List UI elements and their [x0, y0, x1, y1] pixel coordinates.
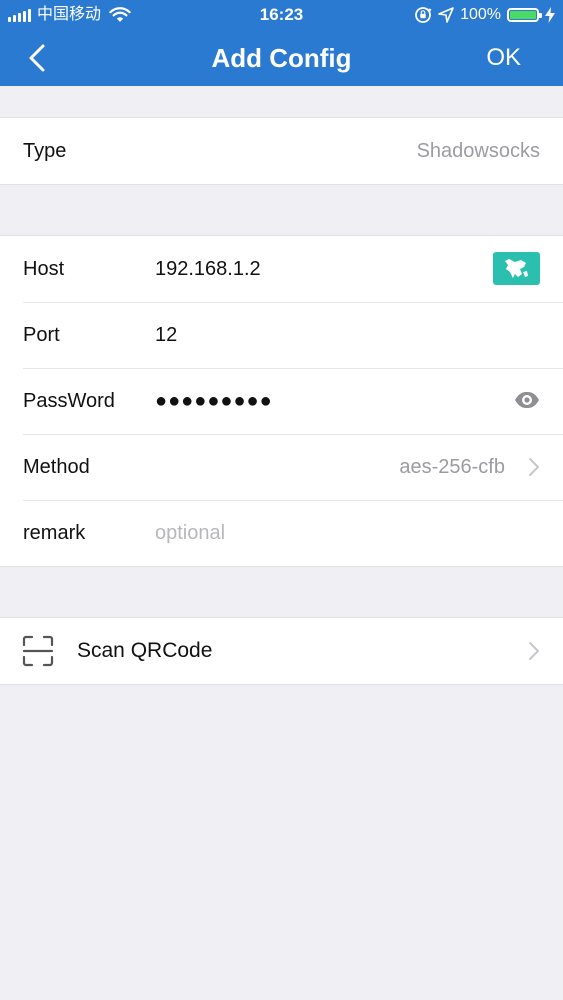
host-row: Host 192.168.1.2 [0, 236, 563, 302]
port-row: Port 12 [0, 302, 563, 368]
method-row[interactable]: Method aes-256-cfb [0, 434, 563, 500]
qr-scan-icon [22, 635, 54, 667]
status-bar: 中国移动 16:23 100% [0, 0, 563, 30]
method-value: aes-256-cfb [399, 456, 505, 478]
remark-row: remark optional [0, 500, 563, 566]
config-form-section: Host 192.168.1.2 Port 12 PassWord ●●●●●●… [0, 235, 563, 567]
port-input[interactable]: 12 [155, 302, 177, 368]
top-bar: 中国移动 16:23 100% Add Config OK [0, 0, 563, 86]
password-input[interactable]: ●●●●●●●●● [155, 368, 273, 434]
remark-input[interactable]: optional [155, 500, 225, 566]
scan-qrcode-row[interactable]: Scan QRCode [0, 618, 563, 684]
host-input[interactable]: 192.168.1.2 [155, 236, 261, 302]
scan-qrcode-label: Scan QRCode [77, 639, 213, 662]
type-section: Type Shadowsocks [0, 117, 563, 185]
country-flag-icon[interactable] [493, 252, 540, 285]
battery-percent: 100% [460, 6, 501, 23]
remark-label: remark [23, 522, 86, 544]
battery-icon [507, 8, 542, 22]
type-row[interactable]: Type Shadowsocks [0, 118, 563, 184]
add-config-screen: 中国移动 16:23 100% Add Config OK Type Shado… [0, 0, 563, 1000]
password-label: PassWord [23, 390, 115, 412]
method-label: Method [23, 456, 90, 478]
host-label: Host [23, 258, 65, 280]
type-label: Type [23, 140, 67, 162]
charging-bolt-icon [545, 7, 555, 23]
chevron-right-icon [529, 458, 539, 476]
orientation-lock-icon [415, 7, 432, 23]
page-title: Add Config [211, 43, 352, 73]
type-value: Shadowsocks [416, 140, 540, 162]
chevron-right-icon [529, 642, 539, 660]
scan-section: Scan QRCode [0, 617, 563, 685]
location-arrow-icon [438, 7, 454, 23]
battery-fill [510, 11, 536, 19]
eye-icon[interactable] [513, 388, 541, 412]
status-right: 100% [414, 4, 555, 26]
navigation-bar: Add Config OK [0, 30, 563, 86]
ok-button[interactable]: OK [486, 30, 521, 86]
password-row: PassWord ●●●●●●●●● [0, 368, 563, 434]
port-label: Port [23, 324, 60, 346]
